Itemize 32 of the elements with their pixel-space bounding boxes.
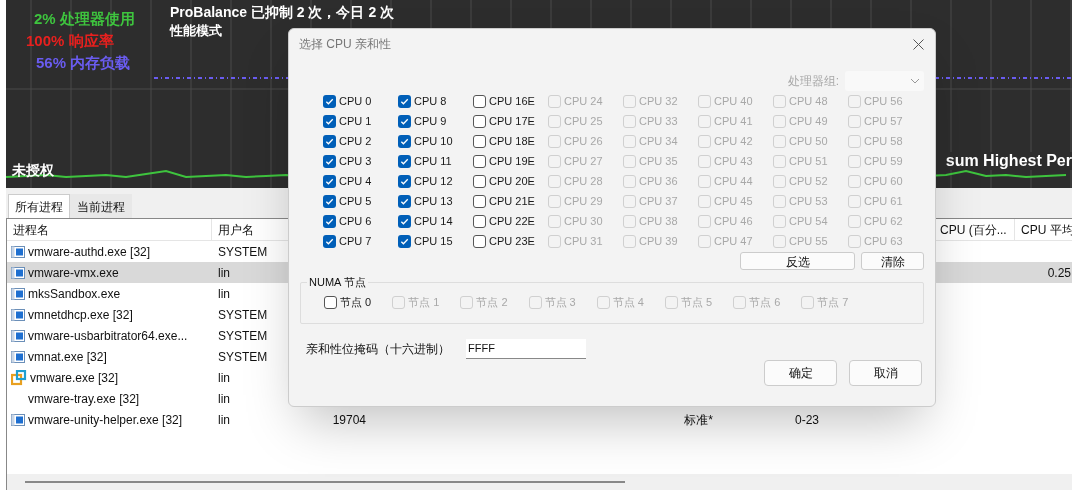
table-cell: SYSTEM: [218, 328, 268, 343]
mask-label: 亲和性位掩码（十六进制）: [306, 340, 450, 358]
table-cell: lin: [218, 370, 230, 385]
table-cell-text: vmnat.exe [32]: [28, 348, 107, 366]
table-cell: lin: [218, 391, 230, 406]
table-cell-text: vmware-authd.exe [32]: [28, 243, 151, 261]
status-text: ProBalance 已抑制 2 次，今日 2 次: [170, 3, 395, 22]
table-cell-text: vmware.exe [32]: [30, 369, 119, 387]
stat-label: 56% 内存负载: [36, 53, 132, 73]
license-text: 未授权: [12, 161, 54, 180]
table-cell: SYSTEM: [218, 307, 268, 322]
group-label: 处理器组:: [787, 73, 839, 90]
table-cell-text: vmnetdhcp.exe [32]: [28, 306, 133, 324]
table-cell-text: vmware-vmx.exe: [28, 264, 119, 282]
table-cell: 0-23: [794, 412, 819, 427]
power-plan-text: sum Highest Per: [945, 152, 1072, 170]
table-cell: lin: [218, 286, 230, 301]
table-cell: 标准*: [684, 412, 713, 427]
table-cell: SYSTEM: [218, 349, 268, 364]
table-cell-text: vmware-unity-helper.exe [32]: [28, 411, 183, 429]
mode-text: 性能模式: [170, 22, 222, 40]
table-cell: 19704: [332, 412, 366, 427]
table-cell: lin: [218, 265, 230, 280]
table-cell-text: vmware-usbarbitrator64.exe...: [28, 327, 188, 345]
stat-label: 2% 处理器使用: [34, 9, 135, 29]
table-cell-text: mksSandbox.exe: [28, 285, 121, 303]
stat-label: 100% 响应率: [26, 31, 115, 51]
dialog-title: 选择 CPU 亲和性: [299, 36, 391, 53]
table-cell-text: vmware-tray.exe [32]: [28, 390, 140, 408]
table-cell: lin: [218, 412, 230, 427]
table-cell: SYSTEM: [218, 244, 268, 259]
table-cell: 0.25: [1047, 265, 1071, 280]
